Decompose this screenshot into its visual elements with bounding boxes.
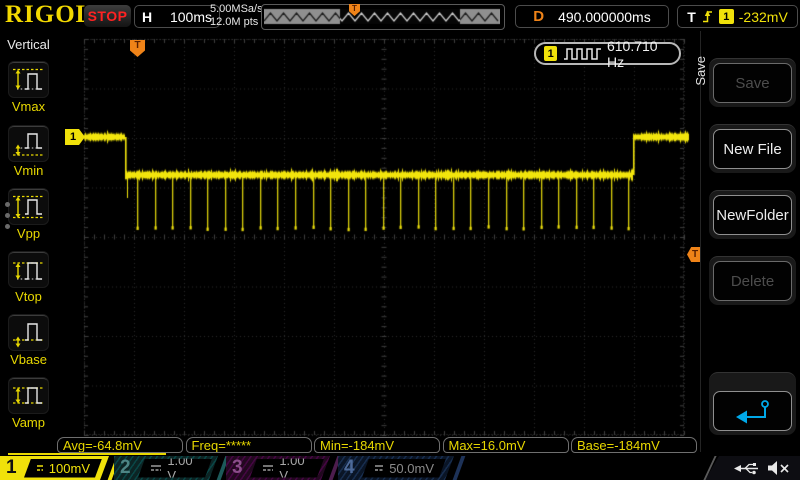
channel-separator bbox=[453, 456, 466, 480]
vmin-icon bbox=[9, 127, 48, 161]
page-dot bbox=[5, 213, 10, 218]
frequency-counter-value: 610.710 Hz bbox=[607, 38, 671, 70]
delete-button[interactable]: Delete bbox=[709, 256, 796, 305]
channel4-number: 4 bbox=[344, 456, 355, 480]
frequency-counter-channel-badge: 1 bbox=[544, 46, 557, 61]
dc-coupling-icon bbox=[262, 463, 273, 473]
sample-rate: 5.00MSa/s bbox=[210, 3, 263, 16]
delete-button-label: Delete bbox=[713, 261, 792, 301]
square-wave-icon bbox=[563, 47, 601, 61]
return-button[interactable] bbox=[709, 372, 796, 435]
delay-prefix: D bbox=[533, 8, 544, 25]
dc-coupling-icon bbox=[36, 463, 43, 473]
channel2-scale: 1.00 V bbox=[167, 453, 200, 480]
channel1-number: 1 bbox=[6, 456, 17, 480]
vbase-label: Vbase bbox=[0, 352, 57, 367]
channel2-tab[interactable]: 2 1.00 V bbox=[114, 456, 218, 480]
memory-depth: 12.0M pts bbox=[210, 16, 263, 29]
oscilloscope-screen: RIGOL STOP H 100ms 5.00MSa/s 12.0M pts T… bbox=[0, 0, 800, 480]
vpp-icon bbox=[9, 190, 48, 224]
save-button-label: Save bbox=[713, 63, 792, 103]
trigger-info-box[interactable]: T 1 -232mV bbox=[677, 5, 798, 28]
status-icons-panel bbox=[705, 456, 800, 480]
channel1-scale: 100mV bbox=[49, 461, 90, 476]
frequency-counter: 1 610.710 Hz bbox=[534, 42, 681, 65]
vmax-button[interactable] bbox=[9, 62, 48, 97]
vtop-button[interactable] bbox=[9, 252, 48, 287]
rigol-logo: RIGOL bbox=[5, 1, 93, 29]
vmin-button[interactable] bbox=[9, 126, 48, 161]
measurement-slot-freq[interactable]: Freq=***** bbox=[186, 437, 312, 453]
measurement-slot-min[interactable]: Min=-184mV bbox=[314, 437, 440, 453]
speaker-muted-icon bbox=[767, 460, 791, 476]
new-folder-button-label: NewFolder bbox=[713, 195, 792, 235]
measurement-slot-base[interactable]: Base=-184mV bbox=[571, 437, 697, 453]
new-file-button-label: New File bbox=[713, 129, 792, 169]
measurement-slot-avg[interactable]: Avg=-64.8mV bbox=[57, 437, 183, 453]
memory-waveform-thumbnail bbox=[261, 4, 505, 30]
dc-coupling-icon bbox=[374, 463, 383, 473]
channel4-tab[interactable]: 4 50.0mV bbox=[338, 456, 454, 480]
vtop-label: Vtop bbox=[0, 289, 57, 304]
memory-waveform-strip bbox=[264, 7, 500, 25]
measurement-slot-max[interactable]: Max=16.0mV bbox=[443, 437, 569, 453]
selected-measurement-underline bbox=[8, 453, 166, 456]
vmax-label: Vmax bbox=[0, 99, 57, 114]
vamp-icon bbox=[9, 379, 48, 413]
channel-status-bar: 1 100mV 2 1.00 V bbox=[0, 456, 800, 480]
timebase-box[interactable]: H 100ms bbox=[134, 5, 220, 28]
trigger-prefix: T bbox=[687, 9, 696, 25]
menu-tab-save: Save bbox=[693, 56, 708, 86]
menu-title: Vertical bbox=[0, 37, 57, 52]
vmax-icon bbox=[9, 63, 48, 97]
vbase-icon bbox=[9, 316, 48, 350]
delay-value: 490.000000ms bbox=[558, 9, 651, 25]
delay-box: D 490.000000ms bbox=[515, 5, 669, 28]
dc-coupling-icon bbox=[150, 463, 161, 473]
vtop-icon bbox=[9, 253, 48, 287]
timebase-prefix: H bbox=[142, 9, 152, 25]
run-state-button[interactable]: STOP bbox=[84, 5, 131, 27]
usb-icon bbox=[733, 461, 760, 476]
trigger-source-badge: 1 bbox=[719, 9, 734, 24]
vpp-button[interactable] bbox=[9, 189, 48, 224]
channel1-tab[interactable]: 1 100mV bbox=[0, 456, 109, 480]
waveform-display bbox=[57, 32, 700, 452]
vamp-button[interactable] bbox=[9, 378, 48, 413]
vbase-button[interactable] bbox=[9, 315, 48, 350]
page-dot bbox=[5, 202, 10, 207]
vmin-label: Vmin bbox=[0, 163, 57, 178]
page-dot bbox=[5, 224, 10, 229]
timebase-value: 100ms bbox=[170, 9, 212, 25]
rising-edge-icon bbox=[701, 8, 714, 25]
new-folder-button[interactable]: NewFolder bbox=[709, 190, 796, 239]
return-arrow-icon bbox=[732, 398, 774, 424]
trigger-level-value: -232mV bbox=[739, 9, 788, 25]
channel2-number: 2 bbox=[120, 456, 131, 480]
channel3-tab[interactable]: 3 1.00 V bbox=[226, 456, 330, 480]
save-button[interactable]: Save bbox=[709, 58, 796, 107]
new-file-button[interactable]: New File bbox=[709, 124, 796, 173]
channel3-number: 3 bbox=[232, 456, 243, 480]
channel4-scale: 50.0mV bbox=[389, 461, 434, 476]
vamp-label: Vamp bbox=[0, 415, 57, 430]
channel3-scale: 1.00 V bbox=[279, 453, 312, 480]
acquisition-info: 5.00MSa/s 12.0M pts bbox=[210, 3, 263, 28]
